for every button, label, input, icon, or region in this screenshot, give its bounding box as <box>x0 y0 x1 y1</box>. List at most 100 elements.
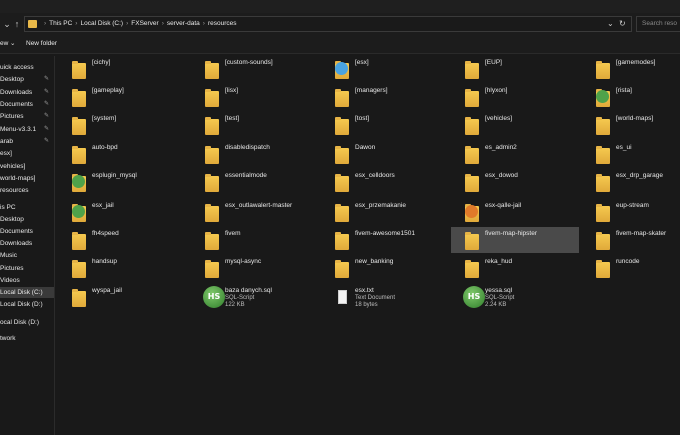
file-item[interactable]: es_admin2 <box>451 141 579 167</box>
file-item[interactable]: esplugin_mysql <box>58 169 186 195</box>
file-item[interactable]: wyspa_jail <box>58 284 186 310</box>
file-item[interactable]: reka_hud <box>451 255 579 281</box>
file-item[interactable]: [hlyxon] <box>451 84 579 110</box>
file-item[interactable]: esx.txt Text Document 18 bytes <box>321 284 449 310</box>
folder-icon <box>72 145 86 164</box>
nav-item[interactable]: Menu-v3.3.1 ✎ <box>0 124 54 135</box>
file-name: eup-stream <box>616 202 649 209</box>
nav-item[interactable]: Desktop <box>0 214 54 225</box>
nav-item[interactable]: esx] <box>0 148 54 159</box>
breadcrumb-fxserver[interactable]: FXServer <box>131 20 158 27</box>
file-item[interactable]: runcode <box>582 255 680 281</box>
breadcrumb-local-disk[interactable]: Local Disk (C:) <box>80 20 123 27</box>
file-item[interactable]: [gamemodes] <box>582 56 680 82</box>
file-item[interactable]: fivem-awesome1501 <box>321 227 449 253</box>
nav-item-label: resources <box>0 187 29 194</box>
nav-item[interactable]: Downloads <box>0 238 54 249</box>
file-name: essentialmode <box>225 172 267 179</box>
chevron-down-icon[interactable]: ⌄ <box>2 18 12 30</box>
file-item[interactable]: essentialmode <box>191 169 319 195</box>
new-folder-button[interactable]: New folder <box>26 39 57 49</box>
file-item[interactable]: [gameplay] <box>58 84 186 110</box>
nav-item[interactable]: Videos <box>0 275 54 286</box>
file-item[interactable]: esx_przemakanie <box>321 199 449 225</box>
nav-item[interactable]: Music <box>0 250 54 261</box>
nav-item[interactable]: Local Disk (D:) <box>0 299 54 310</box>
nav-item[interactable]: Downloads ✎ <box>0 87 54 98</box>
file-item[interactable]: esx_drp_garage <box>582 169 680 195</box>
nav-item[interactable]: Pictures <box>0 263 54 274</box>
file-item[interactable]: auto-bpd <box>58 141 186 167</box>
breadcrumb-server-data[interactable]: server-data <box>167 20 200 27</box>
nav-item[interactable]: Documents <box>0 226 54 237</box>
folder-icon <box>72 259 86 278</box>
file-item[interactable]: [lisx] <box>191 84 319 110</box>
file-item[interactable]: esx-qalle-jail <box>451 199 579 225</box>
file-name: esx-qalle-jail <box>485 202 522 209</box>
file-name: esx_drp_garage <box>616 172 663 179</box>
file-item[interactable]: fivem-map-skater <box>582 227 680 253</box>
file-item[interactable]: [world-maps] <box>582 112 680 138</box>
file-item[interactable]: [esx] <box>321 56 449 82</box>
nav-item[interactable]: is PC <box>0 202 54 213</box>
file-name: [world-maps] <box>616 115 654 122</box>
file-item[interactable]: [EUP] <box>451 56 579 82</box>
breadcrumb-resources[interactable]: resources <box>208 20 237 27</box>
breadcrumb-this-pc[interactable]: This PC <box>49 20 72 27</box>
file-item[interactable]: fivem <box>191 227 319 253</box>
file-item[interactable]: HS baza danych.sql SQL-Script 122 KB <box>191 284 319 310</box>
search-input[interactable]: Search reso <box>636 16 680 32</box>
nav-item[interactable]: Local Disk (C:) <box>0 287 54 298</box>
file-item[interactable]: eup-stream <box>582 199 680 225</box>
nav-item[interactable]: resources <box>0 185 54 196</box>
nav-item[interactable]: Documents ✎ <box>0 99 54 110</box>
new-button[interactable]: ew <box>0 39 8 49</box>
file-item[interactable]: [tost] <box>321 112 449 138</box>
file-list: [cichy] [custom-sounds] [esx] [EUP] [gamemod… <box>54 53 680 435</box>
file-item[interactable]: esx_dowod <box>451 169 579 195</box>
nav-item[interactable]: Pictures ✎ <box>0 111 54 122</box>
chevron-down-icon[interactable]: ⌄ <box>607 17 614 31</box>
file-item[interactable]: [vehicles] <box>451 112 579 138</box>
file-item[interactable]: mysql-async <box>191 255 319 281</box>
folder-icon <box>465 203 479 222</box>
file-name: auto-bpd <box>92 144 118 151</box>
file-item[interactable]: [custom-sounds] <box>191 56 319 82</box>
file-item[interactable]: handsup <box>58 255 186 281</box>
file-item[interactable]: HS yessa.sql SQL-Script 2.24 KB <box>451 284 579 310</box>
nav-item[interactable]: Desktop ✎ <box>0 74 54 85</box>
file-item[interactable]: disabledispatch <box>191 141 319 167</box>
folder-icon <box>596 173 610 192</box>
nav-item[interactable]: world-maps] <box>0 173 54 184</box>
file-item[interactable]: new_banking <box>321 255 449 281</box>
nav-item[interactable]: vehicles] <box>0 161 54 172</box>
file-name: esx_celldoors <box>355 172 395 179</box>
refresh-icon[interactable]: ↻ <box>619 17 626 31</box>
file-type: SQL-Script <box>225 295 255 301</box>
file-name: baza danych.sql <box>225 287 272 294</box>
file-item[interactable]: esx_outlawalert-master <box>191 199 319 225</box>
chevron-down-icon[interactable]: ⌄ <box>10 39 15 49</box>
file-item[interactable]: esx_jail <box>58 199 186 225</box>
navigation-pane: uick access Desktop ✎ Downloads ✎ Documents ✎ P… <box>0 56 55 435</box>
nav-item[interactable]: arab ✎ <box>0 136 54 147</box>
folder-icon <box>205 145 219 164</box>
file-item[interactable]: [test] <box>191 112 319 138</box>
file-item[interactable]: fivem-map-hipster <box>451 227 579 253</box>
file-name: reka_hud <box>485 258 513 265</box>
nav-item[interactable]: ocal Disk (D:) <box>0 317 54 328</box>
file-item[interactable]: [rista] <box>582 84 680 110</box>
file-item[interactable]: esx_celldoors <box>321 169 449 195</box>
file-item[interactable]: [managers] <box>321 84 449 110</box>
file-item[interactable]: Dawon <box>321 141 449 167</box>
address-bar[interactable]: › This PC › Local Disk (C:) › FXServer › server… <box>24 16 632 32</box>
file-name: [system] <box>92 115 117 122</box>
nav-item[interactable]: uick access <box>0 62 54 73</box>
file-item[interactable]: es_ui <box>582 141 680 167</box>
file-item[interactable]: [cichy] <box>58 56 186 82</box>
file-item[interactable]: fh4speed <box>58 227 186 253</box>
nav-item[interactable]: twork <box>0 333 54 344</box>
file-item[interactable]: [system] <box>58 112 186 138</box>
up-arrow-icon[interactable]: ↑ <box>12 18 22 30</box>
title-bar <box>0 0 680 13</box>
